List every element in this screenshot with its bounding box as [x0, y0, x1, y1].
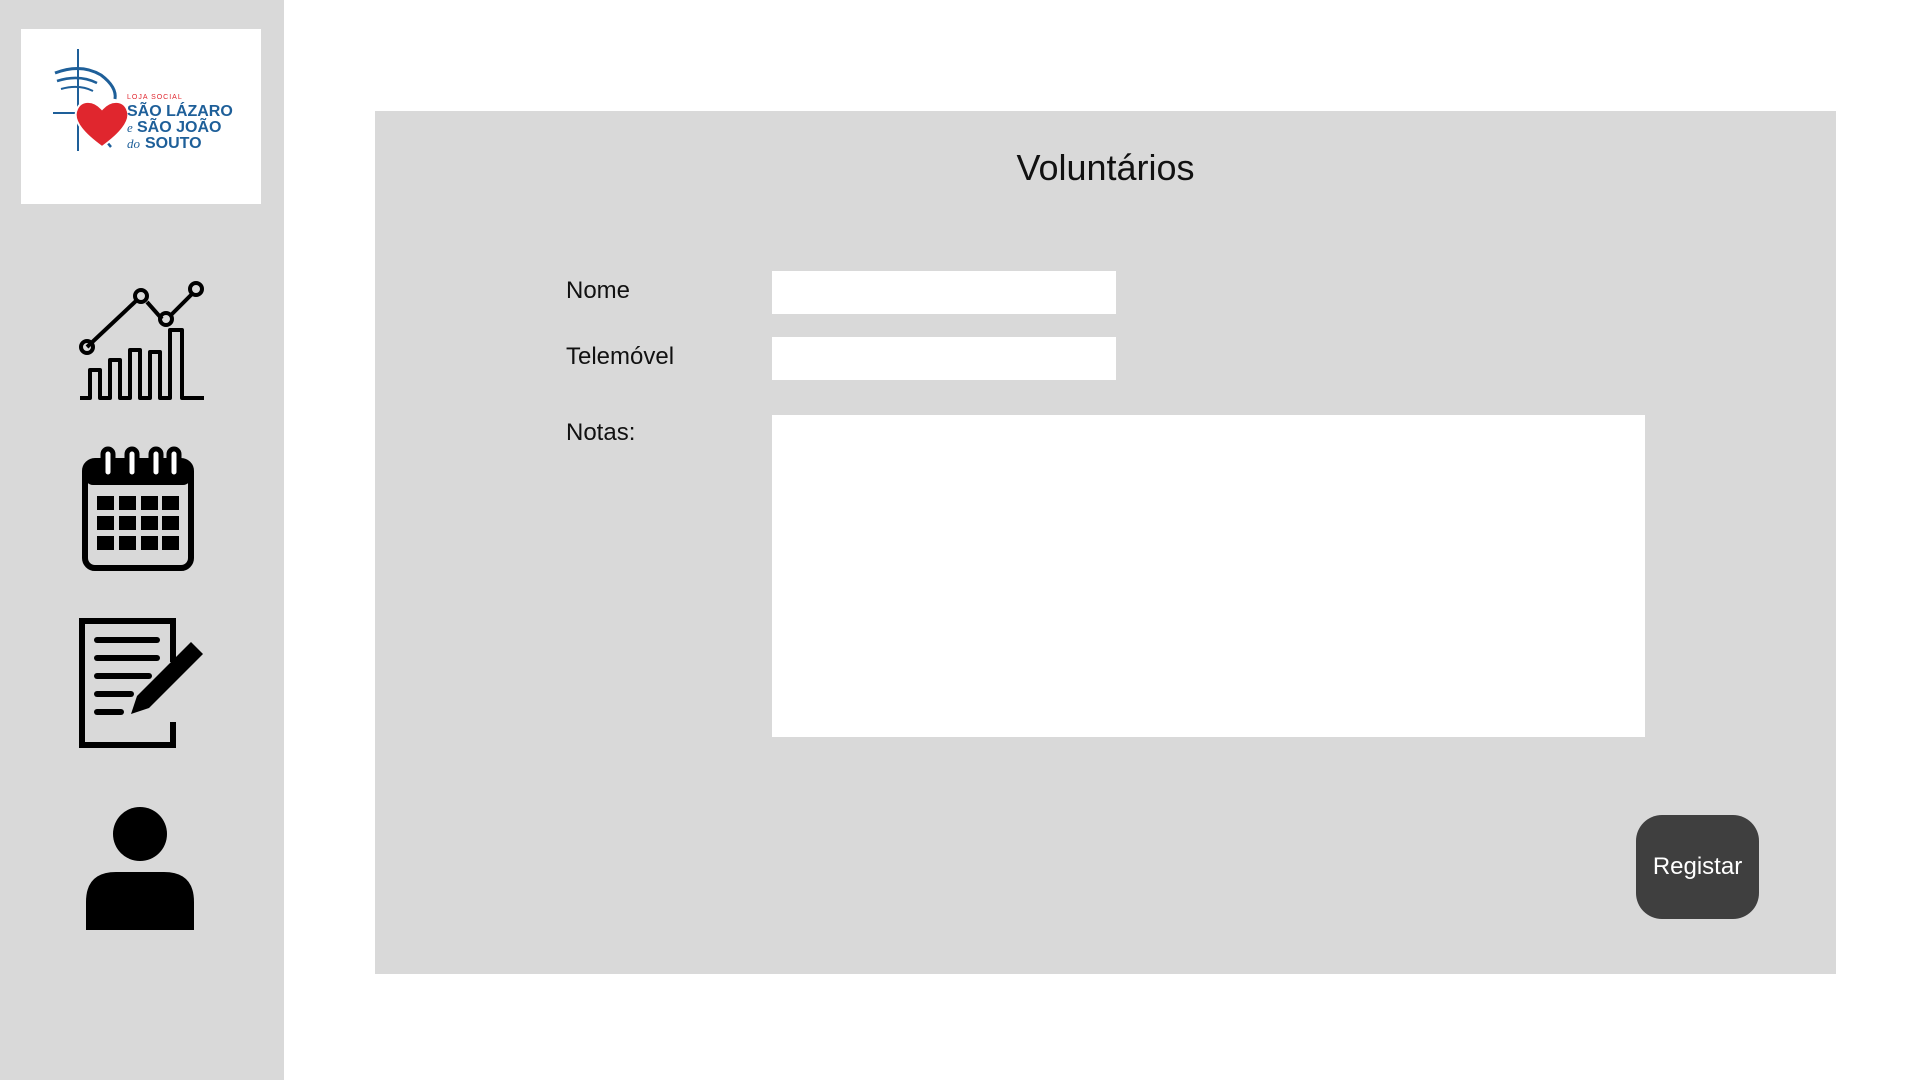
logo[interactable]: LOJA SOCIAL SÃO LÁZARO e SÃO JOÃO do SOU… — [21, 29, 261, 204]
volunteer-form-panel: Voluntários Nome Telemóvel Notas: Regist… — [375, 111, 1836, 974]
page-title: Voluntários — [1016, 147, 1195, 188]
telemovel-input[interactable] — [772, 337, 1116, 380]
logo-text-line3: SÃO JOÃO — [137, 116, 221, 136]
nome-input[interactable] — [772, 271, 1116, 314]
logo-text-line1: LOJA SOCIAL — [127, 94, 183, 101]
logo-text-line4: SOUTO — [145, 135, 202, 152]
calendar-icon[interactable] — [82, 446, 194, 572]
user-icon[interactable] — [84, 806, 196, 930]
logo-text-line4-prefix: do — [127, 136, 141, 151]
telemovel-label: Telemóvel — [566, 343, 675, 370]
logo-text-line3-prefix: e — [127, 120, 133, 135]
notas-label: Notas: — [566, 419, 636, 446]
nome-label: Nome — [566, 277, 631, 304]
logo-text-line2: SÃO LÁZARO — [127, 100, 233, 120]
registar-button[interactable]: Registar — [1636, 815, 1759, 919]
chart-icon[interactable] — [78, 274, 206, 402]
notas-textarea[interactable] — [772, 415, 1645, 737]
sidebar: LOJA SOCIAL SÃO LÁZARO e SÃO JOÃO do SOU… — [0, 0, 284, 1080]
document-edit-icon[interactable] — [79, 618, 205, 748]
logo-emblem: LOJA SOCIAL SÃO LÁZARO e SÃO JOÃO do SOU… — [53, 49, 233, 152]
